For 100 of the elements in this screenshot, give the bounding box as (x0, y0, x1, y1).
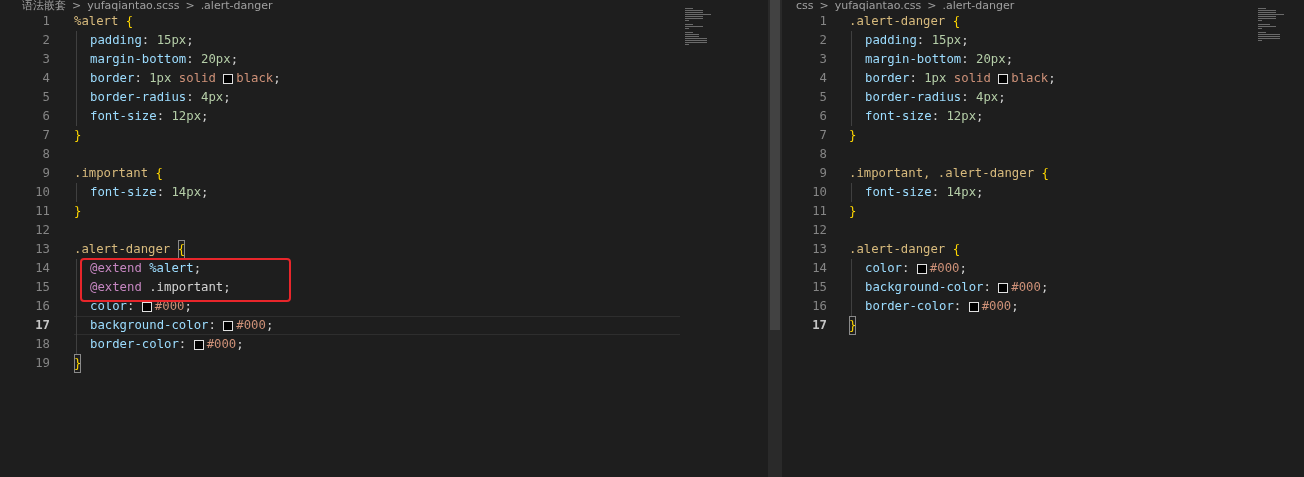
code-token: ; (976, 108, 984, 125)
code-token: 12px (171, 108, 202, 125)
color-swatch-icon[interactable] (998, 282, 1009, 293)
code-token: ; (201, 108, 209, 125)
line-number: 12 (35, 223, 50, 237)
indent-guide (76, 183, 77, 202)
code-token: #000 (981, 298, 1012, 315)
scrollbar[interactable] (770, 0, 780, 330)
color-swatch-icon[interactable] (916, 263, 927, 274)
code-token: ; (236, 336, 244, 353)
breadcrumb-item[interactable]: > (819, 0, 829, 10)
color-swatch-icon[interactable] (223, 320, 234, 331)
code-token: color (865, 260, 903, 277)
code-token: ; (230, 51, 239, 68)
code-token: ; (273, 70, 281, 87)
code-token: .alert-danger (849, 241, 946, 258)
breadcrumb-item[interactable]: > (72, 0, 82, 10)
code-token: ; (959, 260, 967, 277)
line-number: 17 (35, 318, 50, 332)
color-swatch-icon[interactable] (998, 73, 1009, 84)
code-token: { (125, 13, 134, 30)
line-number: 3 (819, 52, 827, 66)
code-token: 20px (201, 51, 231, 68)
breadcrumb-item[interactable]: > (927, 0, 937, 10)
code-token: 4px (201, 89, 224, 106)
indent-guide (851, 183, 852, 202)
code-token: border-color (90, 336, 179, 353)
code-token: : (909, 70, 917, 87)
code-token: : (931, 108, 940, 125)
code-token: } (74, 127, 82, 144)
line-number: 1 (42, 14, 50, 28)
line-number: 15 (812, 280, 827, 294)
code-token: : (178, 336, 187, 353)
code-token: : (156, 184, 165, 201)
breadcrumb-item[interactable]: .alert-danger (942, 0, 1015, 10)
code-token: ; (976, 184, 984, 201)
code-token: border (865, 70, 910, 87)
code-token: : (961, 51, 969, 68)
code-token: : (208, 317, 216, 334)
code-token: black (1011, 70, 1049, 87)
code-token: font-size (865, 108, 932, 125)
breadcrumb-item[interactable]: yufaqiantao.css (834, 0, 922, 10)
code-token: .important, (849, 165, 931, 182)
code-token: } (849, 127, 857, 144)
code-token: } (74, 354, 82, 373)
line-number: 13 (812, 242, 827, 256)
color-swatch-icon[interactable] (223, 73, 234, 84)
code-token: border-color (865, 298, 954, 315)
code-token: %alert (149, 260, 194, 277)
code-token: .alert-danger (849, 13, 946, 30)
code-token: 1px (924, 70, 947, 87)
code-token: : (186, 89, 194, 106)
code-token: .important (149, 279, 224, 296)
code-token: ; (1011, 298, 1019, 315)
line-number: 9 (42, 166, 50, 180)
code-token: 1px (149, 70, 172, 87)
line-number: 11 (812, 204, 827, 218)
line-number: 5 (819, 90, 827, 104)
breadcrumb-item[interactable]: .alert-danger (200, 0, 273, 10)
code-token: ; (1040, 279, 1049, 296)
line-number: 12 (812, 223, 827, 237)
line-number: 1 (819, 14, 827, 28)
code-token: border-radius (90, 89, 187, 106)
line-number: 11 (35, 204, 50, 218)
breadcrumb-item[interactable]: 语法嵌套 (22, 0, 66, 10)
line-number: 4 (42, 71, 50, 85)
code-token: : (186, 51, 194, 68)
code-token: { (155, 165, 163, 182)
code-token: border-radius (865, 89, 962, 106)
code-token: ; (1048, 70, 1056, 87)
line-number: 19 (35, 356, 50, 370)
code-token: font-size (90, 184, 157, 201)
code-token: %alert (74, 13, 119, 30)
code-token: ; (223, 89, 231, 106)
minimap-drawing[interactable] (683, 8, 713, 48)
line-number: 13 (35, 242, 50, 256)
code-token: solid (178, 70, 216, 87)
line-number: 6 (819, 109, 827, 123)
code-token: solid (953, 70, 991, 87)
code-token: ; (184, 298, 192, 315)
color-swatch-icon[interactable] (141, 301, 152, 312)
breadcrumb-item[interactable]: css (796, 0, 814, 10)
code-token: } (74, 203, 82, 220)
code-token: : (931, 184, 940, 201)
color-swatch-icon[interactable] (968, 301, 979, 312)
code-token: background-color (90, 317, 209, 334)
line-number: 17 (812, 318, 827, 332)
color-swatch-icon[interactable] (193, 339, 204, 350)
code-token: #000 (929, 260, 960, 277)
line-number: 14 (812, 261, 827, 275)
code-token: 15px (156, 32, 187, 49)
code-token: : (916, 32, 925, 49)
line-number: 4 (819, 71, 827, 85)
code-token: ; (265, 317, 274, 334)
code-token: { (177, 240, 186, 259)
code-token: border (90, 70, 135, 87)
breadcrumb-item[interactable]: yufaqiantao.scss (87, 0, 180, 10)
breadcrumb-item[interactable]: > (185, 0, 195, 10)
line-number: 9 (819, 166, 827, 180)
code-token: color (90, 298, 128, 315)
